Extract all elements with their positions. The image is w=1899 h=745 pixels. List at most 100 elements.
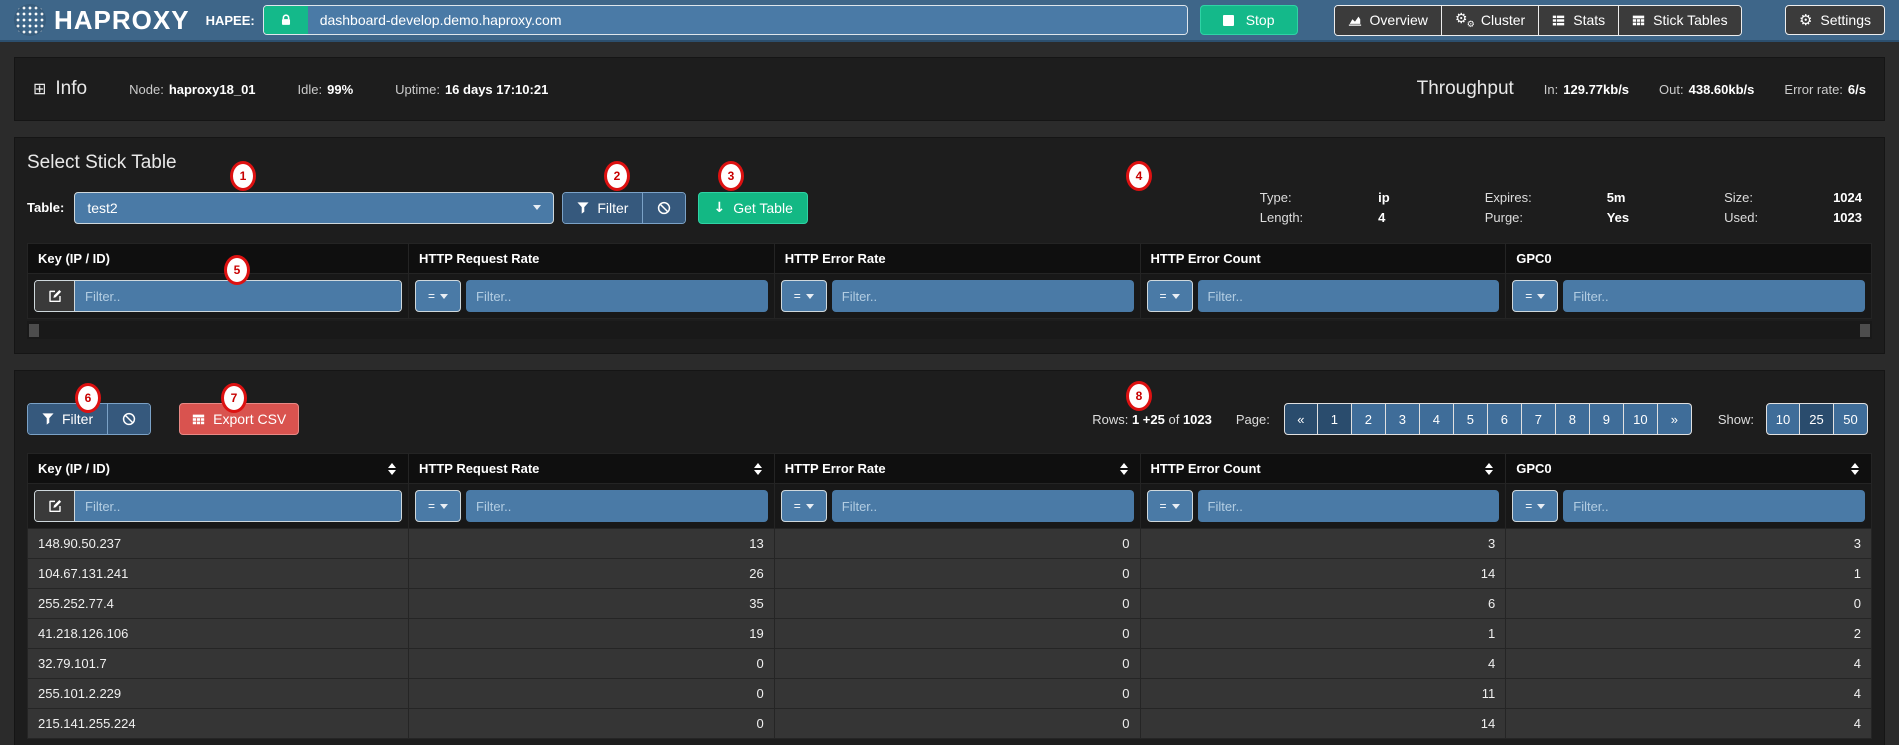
info-toggle[interactable]: ⊞ Info: [33, 78, 87, 100]
comparator-select-main-2[interactable]: =: [781, 490, 827, 522]
throughput-title: Throughput: [1417, 78, 1514, 100]
error-rate-filter-input-main[interactable]: [832, 490, 1134, 522]
cell-error-rate: 0: [774, 529, 1140, 559]
error-count-filter-input-main[interactable]: [1198, 490, 1500, 522]
table-row: 215.141.255.224 0 0 14 4: [28, 709, 1872, 739]
key-filter-input-main[interactable]: [75, 491, 401, 521]
page-4-button[interactable]: 4: [1420, 403, 1454, 435]
settings-button[interactable]: ⚙ Settings: [1785, 5, 1885, 35]
table-icon: [192, 413, 205, 426]
edit-filter-button-main[interactable]: [35, 491, 75, 521]
sort-icon[interactable]: [754, 463, 764, 475]
horizontal-scrollbar[interactable]: [27, 321, 1872, 339]
table-select-value: test2: [87, 200, 117, 216]
cell-key: 148.90.50.237: [28, 529, 409, 559]
cell-request-rate: 13: [409, 529, 775, 559]
annotation-badge-2: 2: [604, 161, 630, 191]
page-8-button[interactable]: 8: [1556, 403, 1590, 435]
comparator-select-top-1[interactable]: =: [415, 280, 461, 312]
info-title-label: Info: [55, 78, 87, 100]
page-10-button[interactable]: 10: [1624, 403, 1658, 435]
comparator-select-main-4[interactable]: =: [1512, 490, 1558, 522]
chevron-down-icon: [806, 294, 814, 299]
column-header-http-error-count[interactable]: HTTP Error Count: [1140, 454, 1506, 484]
error-count-filter-input-top[interactable]: [1198, 280, 1500, 312]
cell-gpc0: 4: [1506, 709, 1872, 739]
cell-gpc0: 2: [1506, 619, 1872, 649]
plus-square-icon: ⊞: [33, 81, 46, 97]
edit-filter-button-top[interactable]: [35, 281, 75, 311]
sort-icon[interactable]: [388, 463, 398, 475]
show-options: 10 25 50: [1766, 403, 1868, 435]
chevron-down-icon: [1172, 504, 1180, 509]
page-7-button[interactable]: 7: [1522, 403, 1556, 435]
uptime-info: Uptime:16 days 17:10:21: [395, 82, 548, 97]
chevron-down-icon: [440, 294, 448, 299]
stop-button[interactable]: Stop: [1200, 5, 1298, 35]
filter-icon: [42, 413, 54, 425]
nav-stick-tables-label: Stick Tables: [1653, 12, 1727, 28]
nav-overview-button[interactable]: Overview: [1335, 6, 1441, 35]
ban-icon: [657, 201, 671, 215]
nav-stats-button[interactable]: Stats: [1538, 6, 1618, 35]
page-6-button[interactable]: 6: [1488, 403, 1522, 435]
meta-size-used: Size:1024 Used:1023: [1724, 190, 1862, 225]
sort-icon[interactable]: [1851, 463, 1861, 475]
table-select[interactable]: test2: [74, 192, 554, 224]
column-header-http-request-rate: HTTP Request Rate: [409, 244, 775, 274]
show-10-button[interactable]: 10: [1766, 403, 1800, 435]
dashboard-url-input[interactable]: [308, 6, 1187, 34]
comparator-select-top-4[interactable]: =: [1512, 280, 1558, 312]
page-3-button[interactable]: 3: [1386, 403, 1420, 435]
lock-button[interactable]: [264, 6, 308, 34]
show-25-button[interactable]: 25: [1800, 403, 1834, 435]
filter-button-group: Filter: [562, 192, 686, 224]
get-table-button[interactable]: ↓ Get Table: [698, 192, 807, 224]
nav-stick-tables-button[interactable]: Stick Tables: [1618, 6, 1740, 35]
page-first-button[interactable]: «: [1284, 403, 1318, 435]
show-label: Show:: [1718, 412, 1754, 427]
sort-icon[interactable]: [1485, 463, 1495, 475]
comparator-select-top-3[interactable]: =: [1147, 280, 1193, 312]
filter-button-top[interactable]: Filter: [563, 193, 642, 223]
gpc0-filter-input-top[interactable]: [1563, 280, 1865, 312]
scrollbar-handle-right[interactable]: [1860, 324, 1870, 337]
comparator-select-main-3[interactable]: =: [1147, 490, 1193, 522]
column-header-key[interactable]: Key (IP / ID): [28, 454, 409, 484]
chevron-down-icon: [1172, 294, 1180, 299]
page-5-button[interactable]: 5: [1454, 403, 1488, 435]
cell-request-rate: 0: [409, 679, 775, 709]
column-header-gpc0: GPC0: [1506, 244, 1872, 274]
clear-filter-button-top[interactable]: [642, 193, 685, 223]
page-9-button[interactable]: 9: [1590, 403, 1624, 435]
show-50-button[interactable]: 50: [1834, 403, 1868, 435]
error-rate: Error rate:6/s: [1784, 82, 1866, 97]
cell-error-rate: 0: [774, 649, 1140, 679]
clear-filter-button-main[interactable]: [107, 404, 150, 434]
column-header-http-request-rate[interactable]: HTTP Request Rate: [409, 454, 775, 484]
cell-error-rate: 0: [774, 679, 1140, 709]
area-chart-icon: [1348, 13, 1362, 27]
scrollbar-handle-left[interactable]: [29, 324, 39, 337]
column-header-http-error-rate[interactable]: HTTP Error Rate: [774, 454, 1140, 484]
request-rate-filter-input-main[interactable]: [466, 490, 768, 522]
gpc0-filter-input-main[interactable]: [1563, 490, 1865, 522]
comparator-select-main-1[interactable]: =: [415, 490, 461, 522]
cell-error-count: 1: [1140, 619, 1506, 649]
request-rate-filter-input-top[interactable]: [466, 280, 768, 312]
column-header-http-error-count: HTTP Error Count: [1140, 244, 1506, 274]
page-2-button[interactable]: 2: [1352, 403, 1386, 435]
page-1-button[interactable]: 1: [1318, 403, 1352, 435]
gear-icon: ⚙: [1799, 13, 1812, 28]
cell-key: 215.141.255.224: [28, 709, 409, 739]
key-filter-input-top[interactable]: [75, 281, 401, 311]
error-rate-filter-input-top[interactable]: [832, 280, 1134, 312]
page-next-button[interactable]: »: [1658, 403, 1692, 435]
cell-request-rate: 19: [409, 619, 775, 649]
nav-cluster-button[interactable]: ⚙ ⚙ Cluster: [1441, 6, 1538, 35]
comparator-select-top-2[interactable]: =: [781, 280, 827, 312]
topbar-nav: Overview ⚙ ⚙ Cluster Stats Stick Tables: [1334, 5, 1742, 36]
sort-icon[interactable]: [1120, 463, 1130, 475]
filter-label: Filter: [597, 200, 628, 216]
column-header-gpc0[interactable]: GPC0: [1506, 454, 1872, 484]
